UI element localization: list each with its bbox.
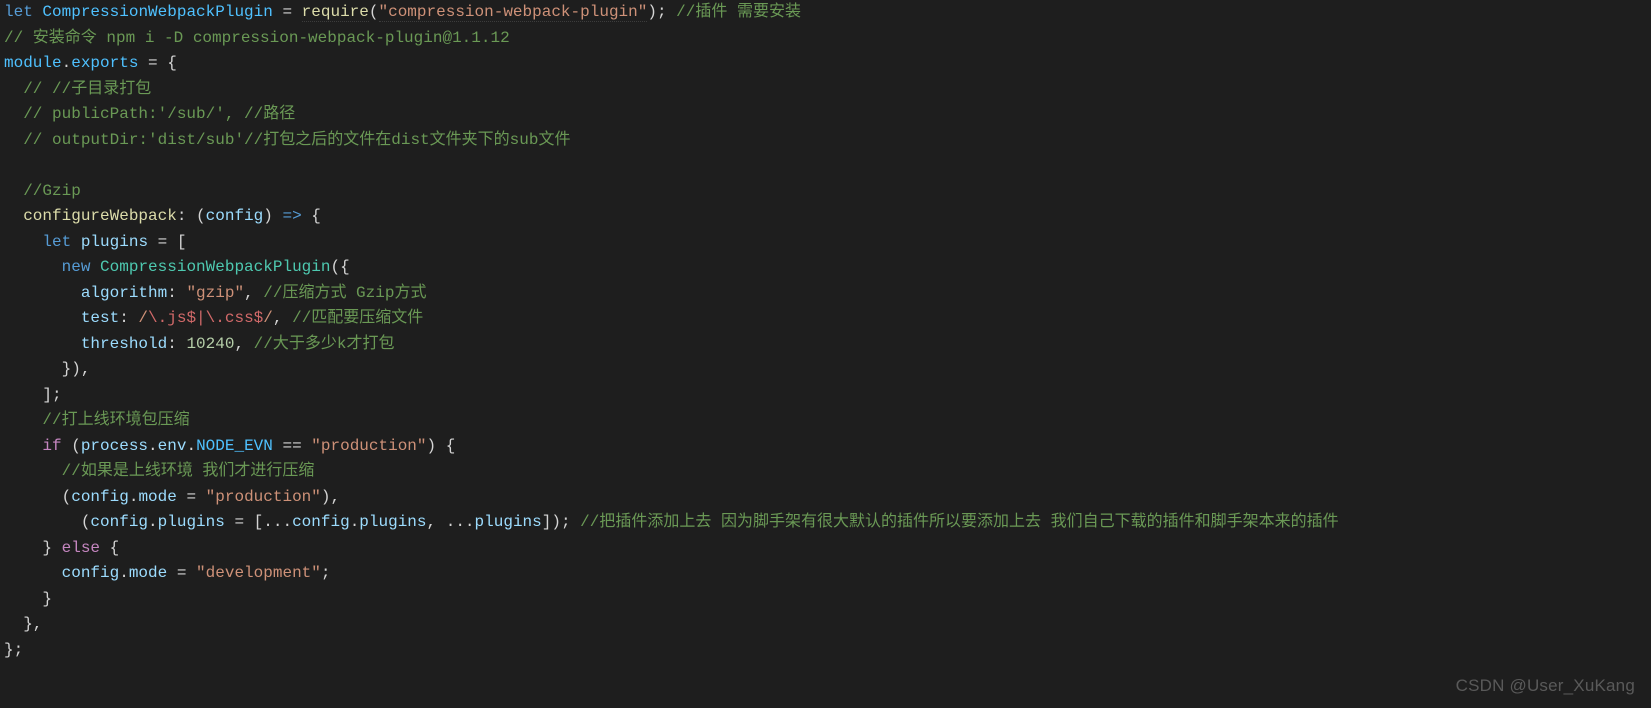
code-line: configureWebpack: (config) => {: [4, 207, 321, 225]
code-line: }),: [4, 360, 90, 378]
code-line: new CompressionWebpackPlugin({: [4, 258, 350, 276]
code-line: // publicPath:'/sub/', //路径: [4, 105, 295, 123]
code-line: };: [4, 641, 23, 659]
code-line: algorithm: "gzip", //压缩方式 Gzip方式: [4, 284, 426, 302]
code-line: // //子目录打包: [4, 80, 151, 98]
code-line: },: [4, 615, 42, 633]
code-line: threshold: 10240, //大于多少k才打包: [4, 335, 394, 353]
code-line: //Gzip: [4, 182, 81, 200]
watermark: CSDN @User_XuKang: [1456, 673, 1635, 699]
code-line: // outputDir:'dist/sub'//打包之后的文件在dist文件夹…: [4, 131, 570, 149]
code-line: ];: [4, 386, 62, 404]
code-line: }: [4, 590, 52, 608]
code-line: (config.mode = "production"),: [4, 488, 340, 506]
code-line: (config.plugins = [...config.plugins, ..…: [4, 513, 1339, 531]
code-line: test: /\.js$|\.css$/, //匹配要压缩文件: [4, 309, 423, 327]
code-line: config.mode = "development";: [4, 564, 330, 582]
code-line: let plugins = [: [4, 233, 186, 251]
code-line: // 安装命令 npm i -D compression-webpack-plu…: [4, 29, 510, 47]
code-line: //如果是上线环境 我们才进行压缩: [4, 462, 314, 480]
code-line: let CompressionWebpackPlugin = require("…: [4, 3, 801, 22]
code-line: } else {: [4, 539, 119, 557]
code-line: //打上线环境包压缩: [4, 411, 190, 429]
code-line: module.exports = {: [4, 54, 177, 72]
code-line: if (process.env.NODE_EVN == "production"…: [4, 437, 455, 455]
code-editor[interactable]: let CompressionWebpackPlugin = require("…: [0, 0, 1651, 663]
